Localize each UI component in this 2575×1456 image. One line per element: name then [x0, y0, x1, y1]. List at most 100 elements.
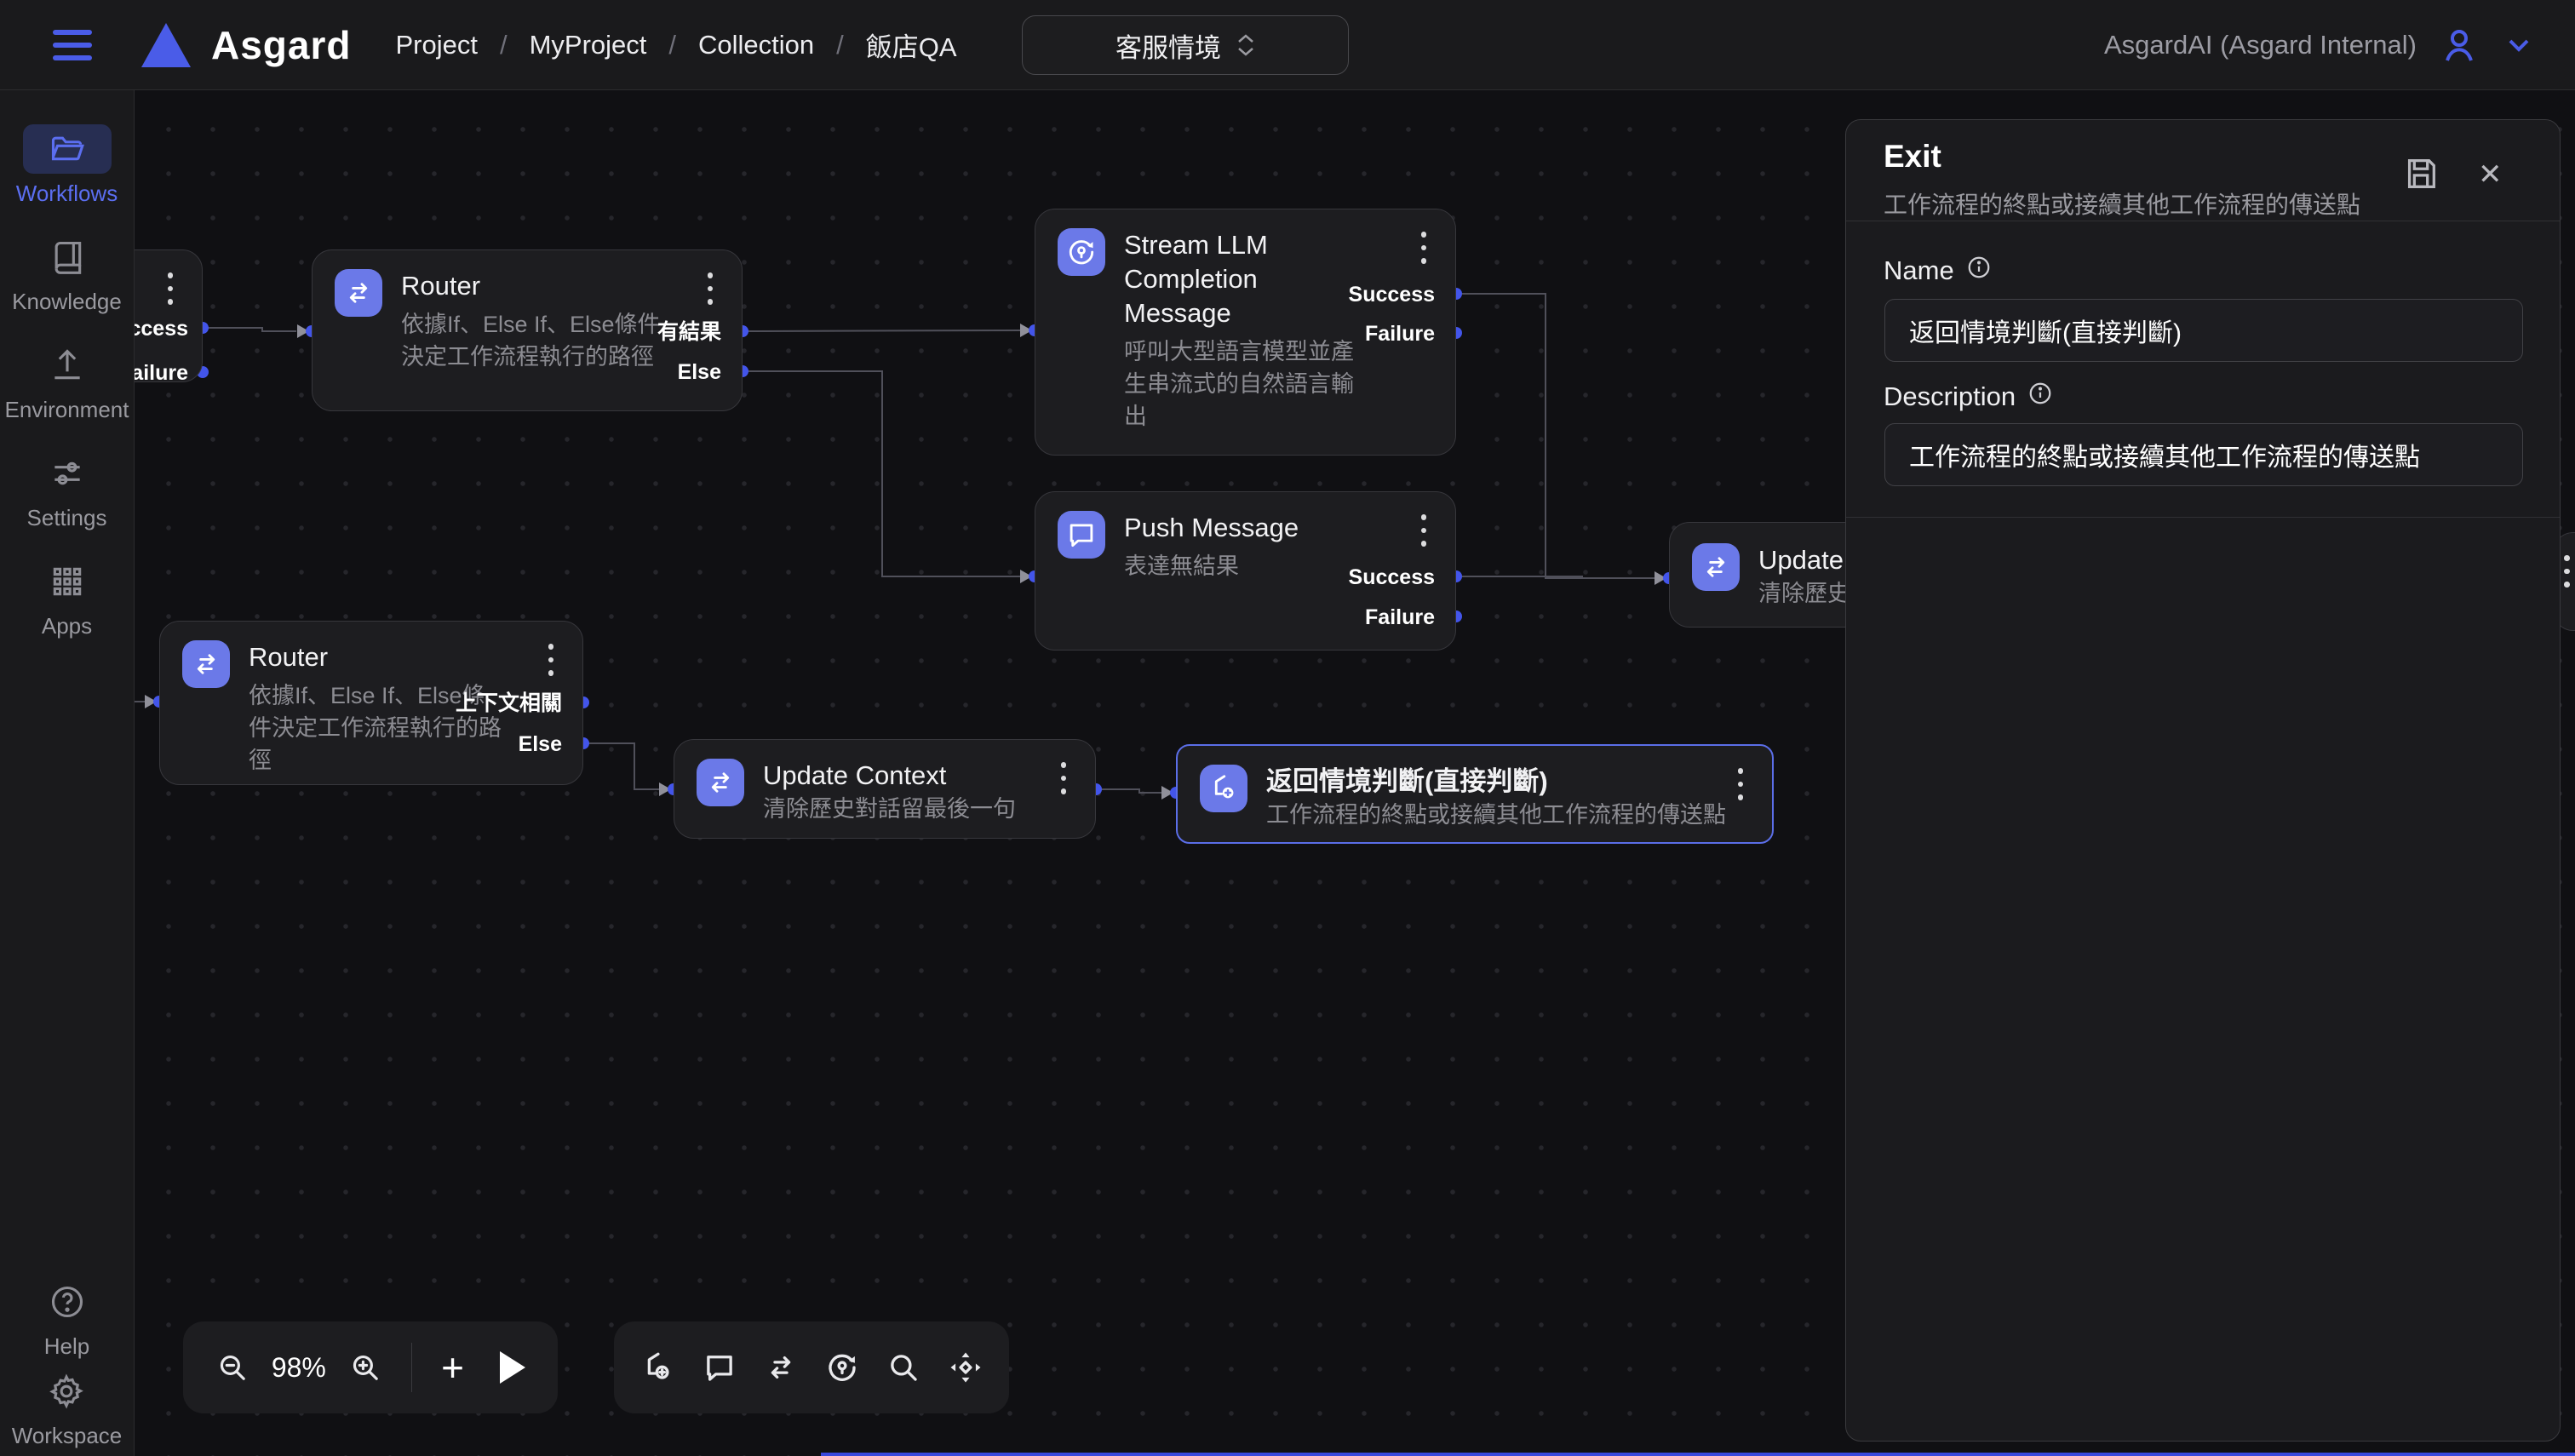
output-port-label: Success — [1349, 565, 1435, 590]
sidebar-item-label: Environment — [5, 397, 129, 423]
account-menu[interactable]: AsgardAI (Asgard Internal) — [2104, 25, 2536, 66]
node-update-context[interactable]: Update Context 清除歷史對話留最後一句 — [674, 739, 1096, 839]
update-context-icon — [1692, 543, 1740, 591]
apps-grid-icon — [23, 557, 112, 606]
sidebar-item-label: Workspace — [12, 1423, 123, 1449]
node-description: 清除歷史對話留最後一句 — [763, 793, 1070, 825]
kebab-menu-icon[interactable] — [2561, 552, 2573, 591]
llm-tool-icon[interactable] — [824, 1350, 860, 1385]
breadcrumb-separator: / — [668, 30, 676, 60]
description-input[interactable]: 工作流程的終點或接續其他工作流程的傳送點 — [1884, 423, 2523, 486]
message-tool-icon[interactable] — [702, 1350, 737, 1385]
hamburger-menu-icon[interactable] — [53, 30, 92, 60]
sidebar-item-label: Apps — [42, 613, 92, 639]
move-tool-icon[interactable] — [948, 1350, 984, 1385]
node-description: 依據If、Else If、Else條件決定工作流程執行的路徑 — [401, 308, 682, 373]
node-description: 呼叫大型語言模型並產生串流式的自然語言輸出 — [1124, 335, 1367, 433]
close-icon[interactable]: ✕ — [2478, 158, 2503, 192]
output-port-label: Else — [678, 359, 721, 385]
kebab-menu-icon[interactable] — [704, 269, 717, 308]
chevron-down-icon — [2502, 28, 2536, 62]
panel-subtitle: 工作流程的終點或接續其他工作流程的傳送點 — [1884, 186, 2360, 221]
node-router-2[interactable]: Router 依據If、Else If、Else條件決定工作流程執行的路徑 上下… — [159, 621, 583, 785]
node-entry-partial[interactable]: Success Failure — [135, 249, 203, 382]
node-router-1[interactable]: Router 依據If、Else If、Else條件決定工作流程執行的路徑 有結… — [312, 249, 743, 411]
node-title: Update Context — [763, 759, 1070, 793]
book-icon — [23, 232, 112, 282]
breadcrumb: Project / MyProject / Collection / 飯店QA — [395, 26, 956, 64]
sidebar-item-label: Help — [44, 1333, 89, 1360]
sidebar-item-knowledge[interactable]: Knowledge — [12, 232, 122, 315]
sidebar-item-label: Settings — [27, 505, 107, 531]
breadcrumb-workflow-name[interactable]: 飯店QA — [866, 26, 957, 64]
exit-node-tool-icon[interactable] — [639, 1350, 675, 1385]
stream-llm-icon — [1058, 228, 1105, 276]
sidebar-item-environment[interactable]: Environment — [5, 341, 129, 423]
output-port-label: Failure — [135, 360, 188, 386]
name-input[interactable] — [1884, 299, 2523, 362]
node-title: Stream LLM Completion Message — [1124, 228, 1367, 330]
kebab-menu-icon[interactable] — [545, 640, 558, 679]
breadcrumb-collection[interactable]: Collection — [698, 30, 814, 60]
node-title: Push Message — [1124, 511, 1405, 545]
kebab-menu-icon[interactable] — [1418, 511, 1431, 550]
node-push-message[interactable]: Push Message 表達無結果 Success Failure — [1035, 491, 1456, 651]
add-node-icon[interactable]: + — [441, 1350, 464, 1385]
triangle-logo-icon — [141, 23, 191, 67]
info-icon[interactable] — [1966, 255, 1992, 287]
kebab-menu-icon[interactable] — [1418, 228, 1431, 267]
node-title: Router — [249, 640, 504, 674]
environment-select-value: 客服情境 — [1115, 26, 1221, 65]
output-port-label: Success — [135, 316, 188, 341]
toolbar-divider — [411, 1343, 412, 1392]
node-detail-panel: Exit 工作流程的終點或接續其他工作流程的傳送點 ✕ Name Descrip… — [1845, 119, 2561, 1442]
sidebar-item-label: Workflows — [16, 181, 118, 207]
sidebar-item-help[interactable]: Help — [23, 1277, 112, 1360]
sidebar-item-workflows[interactable]: Workflows — [16, 124, 118, 207]
node-title: 返回情境判斷(直接判斷) — [1266, 765, 1743, 799]
output-port-label: 上下文相關 — [456, 691, 562, 716]
info-icon[interactable] — [2027, 381, 2053, 413]
output-port-label: Else — [519, 731, 562, 757]
top-bar: Asgard Project / MyProject / Collection … — [0, 0, 2575, 90]
node-palette-toolbar — [614, 1321, 1009, 1413]
router-icon — [182, 640, 230, 688]
output-port-label: Success — [1349, 282, 1435, 307]
gear-icon — [22, 1367, 111, 1416]
zoom-out-icon[interactable] — [215, 1350, 249, 1385]
user-icon — [2439, 25, 2480, 66]
logo-text: Asgard — [211, 22, 351, 68]
kebab-menu-icon[interactable] — [1058, 759, 1070, 798]
folder-icon — [23, 124, 112, 174]
output-port-label: Failure — [1365, 321, 1435, 347]
zoom-level: 98% — [272, 1352, 326, 1384]
zoom-toolbar: 98% + — [183, 1321, 558, 1413]
save-icon[interactable] — [2401, 154, 2440, 198]
select-chevrons-icon — [1236, 33, 1255, 57]
node-stream-llm[interactable]: Stream LLM Completion Message 呼叫大型語言模型並產… — [1035, 209, 1456, 456]
router-icon — [335, 269, 382, 317]
sidebar-item-settings[interactable]: Settings — [23, 449, 112, 531]
node-exit-selected[interactable]: 返回情境判斷(直接判斷) 工作流程的終點或接續其他工作流程的傳送點 — [1176, 744, 1774, 844]
message-icon — [1058, 511, 1105, 559]
breadcrumb-myproject[interactable]: MyProject — [530, 30, 647, 60]
description-label: Description — [1884, 381, 2016, 412]
kebab-menu-icon[interactable] — [164, 269, 177, 308]
sidebar: Workflows Knowledge Environment Settings… — [0, 90, 135, 1456]
sidebar-item-apps[interactable]: Apps — [23, 557, 112, 639]
help-circle-icon — [23, 1277, 112, 1327]
router-tool-icon[interactable] — [763, 1350, 799, 1385]
run-workflow-icon[interactable] — [500, 1351, 525, 1384]
breadcrumb-project[interactable]: Project — [395, 30, 477, 60]
sidebar-item-workspace[interactable]: Workspace — [12, 1367, 123, 1449]
kebab-menu-icon[interactable] — [1735, 765, 1747, 804]
environment-select[interactable]: 客服情境 — [1022, 15, 1349, 75]
sliders-icon — [23, 449, 112, 498]
update-context-icon — [697, 759, 744, 806]
name-label: Name — [1884, 255, 1954, 286]
zoom-in-icon[interactable] — [348, 1350, 382, 1385]
search-tool-icon[interactable] — [886, 1350, 921, 1385]
node-description: 工作流程的終點或接續其他工作流程的傳送點 — [1266, 799, 1743, 831]
bottom-accent-line — [821, 1453, 2575, 1456]
breadcrumb-separator: / — [836, 30, 844, 60]
